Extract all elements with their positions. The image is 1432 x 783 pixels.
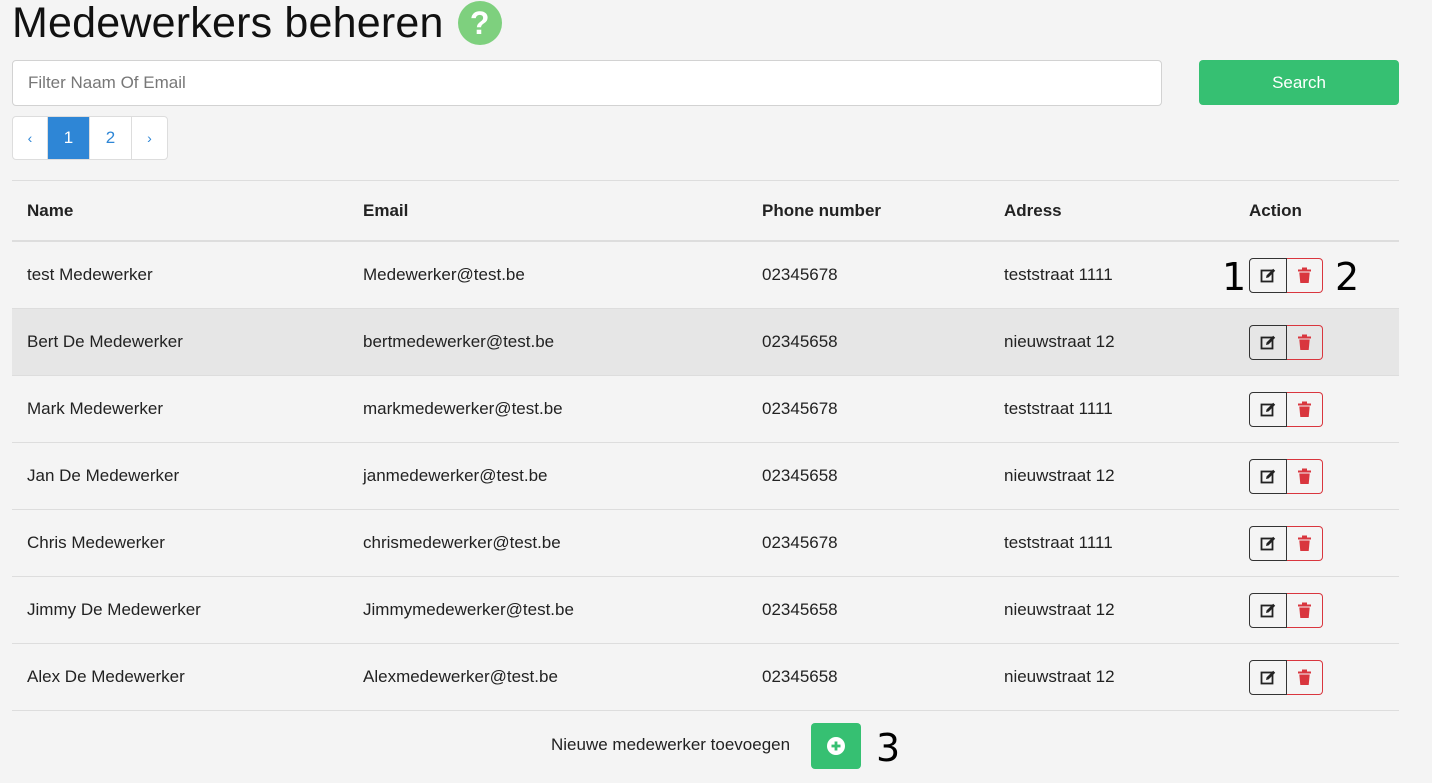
edit-icon [1260, 268, 1275, 283]
row-actions [1249, 526, 1323, 561]
pagination-page-1[interactable]: 1 [48, 117, 90, 159]
edit-button[interactable] [1249, 258, 1287, 293]
row-actions [1249, 325, 1323, 360]
delete-button[interactable] [1287, 258, 1323, 293]
cell-phone: 02345678 [762, 399, 838, 418]
question-circle-icon[interactable]: ? [457, 1, 502, 45]
column-header-name: Name [27, 201, 74, 220]
column-header-action: Action [1249, 201, 1302, 220]
add-employee-label: Nieuwe medewerker toevoegen [551, 735, 791, 754]
pagination-next[interactable]: › [132, 117, 167, 159]
edit-button[interactable] [1249, 593, 1287, 628]
cell-email: Jimmymedewerker@test.be [363, 600, 574, 619]
table-row: Jan De Medewerker janmedewerker@test.be 02… [12, 443, 1399, 510]
row-actions [1249, 392, 1323, 427]
column-header-phone: Phone number [762, 201, 882, 220]
cell-phone: 02345658 [762, 332, 838, 351]
edit-icon [1260, 603, 1275, 618]
cell-phone: 02345678 [762, 533, 838, 552]
cell-address: teststraat 1111 [1004, 533, 1113, 552]
page-title: Medewerkers beheren [12, 0, 444, 47]
trash-icon [1298, 535, 1311, 551]
table-row: Mark Medewerker markmedewerker@test.be 023… [12, 376, 1399, 443]
row-actions [1249, 593, 1323, 628]
table-row: test Medewerker Medewerker@test.be 0234567… [12, 242, 1399, 309]
edit-icon [1260, 670, 1275, 685]
cell-address: teststraat 1111 [1004, 265, 1113, 284]
trash-icon [1298, 267, 1311, 283]
search-input[interactable] [12, 60, 1162, 106]
edit-icon [1260, 469, 1275, 484]
trash-icon [1298, 602, 1311, 618]
row-actions [1249, 258, 1323, 293]
cell-email: Alexmedewerker@test.be [363, 667, 558, 686]
table-body: test Medewerker Medewerker@test.be 0234567… [12, 242, 1399, 711]
table-row: Chris Medewerker chrismedewerker@test.be 0… [12, 510, 1399, 577]
cell-name: Alex De Medewerker [27, 667, 185, 686]
edit-button[interactable] [1249, 660, 1287, 695]
cell-address: nieuwstraat 12 [1004, 466, 1115, 485]
cell-email: janmedewerker@test.be [363, 466, 548, 485]
trash-icon [1298, 669, 1311, 685]
cell-name: Bert De Medewerker [27, 332, 183, 351]
delete-button[interactable] [1287, 459, 1323, 494]
table-row: Jimmy De Medewerker Jimmymedewerker@test.… [12, 577, 1399, 644]
edit-button[interactable] [1249, 325, 1287, 360]
cell-address: nieuwstraat 12 [1004, 332, 1115, 351]
annotation-marker-delete: 2 [1335, 255, 1360, 299]
employees-table: Name Email Phone number Adress Action te… [12, 180, 1399, 711]
trash-icon [1298, 468, 1311, 484]
edit-button[interactable] [1249, 392, 1287, 427]
pagination: ‹ 1 2 › [12, 116, 168, 160]
edit-button[interactable] [1249, 526, 1287, 561]
cell-email: markmedewerker@test.be [363, 399, 563, 418]
cell-address: teststraat 1111 [1004, 399, 1113, 418]
delete-button[interactable] [1287, 325, 1323, 360]
cell-phone: 02345658 [762, 600, 838, 619]
cell-name: Jimmy De Medewerker [27, 600, 201, 619]
plus-circle-icon [827, 737, 845, 755]
pagination-page-2[interactable]: 2 [90, 117, 132, 159]
pagination-prev[interactable]: ‹ [13, 117, 48, 159]
column-header-email: Email [363, 201, 409, 220]
edit-icon [1260, 536, 1275, 551]
cell-phone: 02345658 [762, 466, 838, 485]
row-actions [1249, 660, 1323, 695]
edit-icon [1260, 402, 1275, 417]
delete-button[interactable] [1287, 526, 1323, 561]
add-employee-button[interactable] [811, 723, 861, 769]
row-actions [1249, 459, 1323, 494]
column-header-address: Adress [1004, 201, 1062, 220]
annotation-marker-edit: 1 [1222, 255, 1247, 299]
table-header: Name Email Phone number Adress Action [12, 181, 1399, 242]
cell-address: nieuwstraat 12 [1004, 600, 1115, 619]
edit-button[interactable] [1249, 459, 1287, 494]
cell-name: Jan De Medewerker [27, 466, 180, 485]
cell-name: test Medewerker [27, 265, 153, 284]
trash-icon [1298, 401, 1311, 417]
cell-email: bertmedewerker@test.be [363, 332, 555, 351]
trash-icon [1298, 334, 1311, 350]
page-header: Medewerkers beheren ? [12, 0, 502, 46]
search-button[interactable]: Search [1199, 60, 1399, 105]
cell-email: Medewerker@test.be [363, 265, 525, 284]
cell-email: chrismedewerker@test.be [363, 533, 561, 552]
cell-phone: 02345658 [762, 667, 838, 686]
table-row: Bert De Medewerker bertmedewerker@test.be… [12, 309, 1399, 376]
delete-button[interactable] [1287, 660, 1323, 695]
delete-button[interactable] [1287, 593, 1323, 628]
cell-name: Chris Medewerker [27, 533, 165, 552]
cell-address: nieuwstraat 12 [1004, 667, 1115, 686]
cell-phone: 02345678 [762, 265, 838, 284]
cell-name: Mark Medewerker [27, 399, 164, 418]
annotation-marker-add: 3 [876, 726, 901, 770]
table-row: Alex De Medewerker Alexmedewerker@test.be… [12, 644, 1399, 711]
delete-button[interactable] [1287, 392, 1323, 427]
edit-icon [1260, 335, 1275, 350]
